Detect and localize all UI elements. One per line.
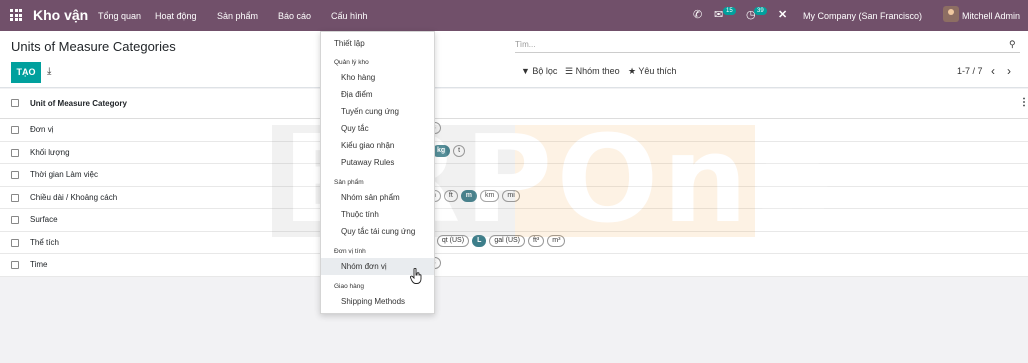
menu-item[interactable]: Shipping Methods: [321, 293, 434, 310]
menu-section-header: Sản phẩm: [334, 179, 364, 186]
app-brand[interactable]: Kho vận: [33, 7, 88, 23]
menu-overview[interactable]: Tổng quan: [98, 11, 141, 21]
phone-icon[interactable]: ✆: [693, 8, 702, 21]
apps-menu-icon[interactable]: [10, 9, 22, 21]
uom-tag: ft: [443, 189, 458, 202]
optional-columns-icon[interactable]: ⋮: [1019, 97, 1028, 108]
menu-section-header: Đơn vị tính: [334, 248, 366, 255]
menu-configuration[interactable]: Cấu hình: [331, 11, 368, 21]
create-button[interactable]: TẠO: [11, 62, 41, 83]
uom-tag: gal (US): [489, 234, 526, 247]
menu-item[interactable]: Thuộc tính: [321, 206, 434, 223]
table-row[interactable]: Thể tích l)qt (US)Lgal (US)ft³m³: [0, 232, 1028, 254]
table-row[interactable]: Khối lượng kg t: [0, 142, 1028, 164]
menu-item-settings[interactable]: Thiết lập: [321, 35, 434, 52]
groupby-button[interactable]: ☰ Nhóm theo: [565, 66, 620, 77]
hand-cursor-icon: [410, 268, 422, 284]
menu-item[interactable]: Kiểu giao nhận: [321, 137, 434, 154]
category-name: Chiều dài / Khoảng cách: [30, 192, 118, 202]
table-row[interactable]: Thời gian Làm việc: [0, 164, 1028, 187]
category-name: Khối lượng: [30, 147, 70, 157]
row-checkbox[interactable]: [11, 148, 19, 157]
control-panel: Units of Measure Categories TẠO ⤓ Tìm...…: [0, 31, 1028, 88]
menu-item[interactable]: Địa điểm: [321, 86, 434, 103]
menu-section-header: Quản lý kho: [334, 59, 369, 66]
list-header: Unit of Measure Category ⋮: [0, 89, 1028, 119]
category-name: Đơn vị: [30, 125, 54, 134]
uom-tag: km: [480, 189, 500, 202]
pager-prev-icon[interactable]: ‹: [991, 64, 995, 78]
menu-products[interactable]: Sản phẩm: [217, 11, 258, 21]
category-name: Time: [30, 260, 48, 269]
category-name: Thời gian Làm việc: [30, 170, 98, 179]
row-checkbox[interactable]: [11, 193, 19, 202]
row-checkbox[interactable]: [11, 171, 19, 179]
download-icon[interactable]: ⤓: [47, 66, 51, 77]
company-switcher[interactable]: My Company (San Francisco): [803, 11, 922, 21]
messages-icon[interactable]: ✉: [714, 8, 723, 21]
row-checkbox[interactable]: [11, 238, 19, 247]
close-icon[interactable]: ✕: [778, 8, 787, 21]
uom-tags: l)qt (US)Lgal (US)ft³m³: [420, 234, 566, 247]
uom-tag: m³: [547, 234, 566, 247]
favorites-button[interactable]: ★ Yêu thích: [628, 66, 676, 77]
category-name: Thể tích: [30, 237, 59, 247]
menu-item[interactable]: Nhóm sản phẩm: [321, 189, 434, 206]
uom-tags: nftmkmmi: [427, 189, 520, 202]
messages-badge: 15: [723, 7, 736, 15]
menu-item[interactable]: Putaway Rules: [321, 154, 434, 171]
table-row[interactable]: Chiều dài / Khoảng cáchnftmkmmi: [0, 187, 1028, 209]
search-icon[interactable]: ⚲: [1009, 39, 1016, 50]
uom-tags: kg t: [432, 144, 466, 157]
row-checkbox[interactable]: [11, 261, 19, 269]
uom-tag: m: [460, 189, 478, 202]
uom-tag: mi: [502, 189, 520, 202]
category-name: Surface: [30, 215, 58, 224]
menu-item[interactable]: Tuyến cung ứng: [321, 103, 434, 120]
groupby-label: Nhóm theo: [575, 66, 620, 76]
pager-value[interactable]: 1-7 / 7: [957, 66, 983, 76]
row-checkbox[interactable]: [11, 216, 19, 224]
table-row[interactable]: Times: [0, 254, 1028, 277]
user-avatar[interactable]: [943, 6, 959, 22]
favorites-label: Yêu thích: [638, 66, 677, 76]
menu-item[interactable]: Quy tắc: [321, 120, 434, 137]
list-view: Unit of Measure Category ⋮ Đơn vịsKhối l…: [0, 89, 1028, 277]
activity-badge: 39: [754, 7, 767, 15]
pager-next-icon[interactable]: ›: [1007, 64, 1011, 78]
menu-operations[interactable]: Hoạt động: [155, 11, 197, 21]
menu-item[interactable]: Quy tắc tái cung ứng: [321, 223, 434, 240]
filter-button[interactable]: ▼ Bộ lọc: [521, 66, 557, 76]
select-all-checkbox[interactable]: [11, 99, 19, 107]
row-checkbox[interactable]: [11, 126, 19, 134]
filter-label: Bộ lọc: [532, 66, 558, 76]
top-navbar: Kho vận Tổng quan Hoạt động Sản phẩm Báo…: [0, 0, 1028, 31]
menu-item[interactable]: Kho hàng: [321, 69, 434, 86]
uom-tag: L: [472, 234, 487, 247]
uom-tag: t: [453, 144, 466, 157]
table-row[interactable]: Surface: [0, 209, 1028, 232]
user-menu[interactable]: Mitchell Admin: [962, 11, 1020, 21]
uom-tag: ft³: [528, 234, 545, 247]
page-title: Units of Measure Categories: [11, 39, 176, 54]
uom-tag: qt (US): [436, 234, 470, 247]
menu-reporting[interactable]: Báo cáo: [278, 11, 311, 21]
column-header-category[interactable]: Unit of Measure Category: [30, 99, 127, 108]
table-row[interactable]: Đơn vịs: [0, 119, 1028, 142]
search-input[interactable]: Tìm...: [515, 37, 1020, 53]
menu-section-header: Giao hàng: [334, 283, 364, 290]
